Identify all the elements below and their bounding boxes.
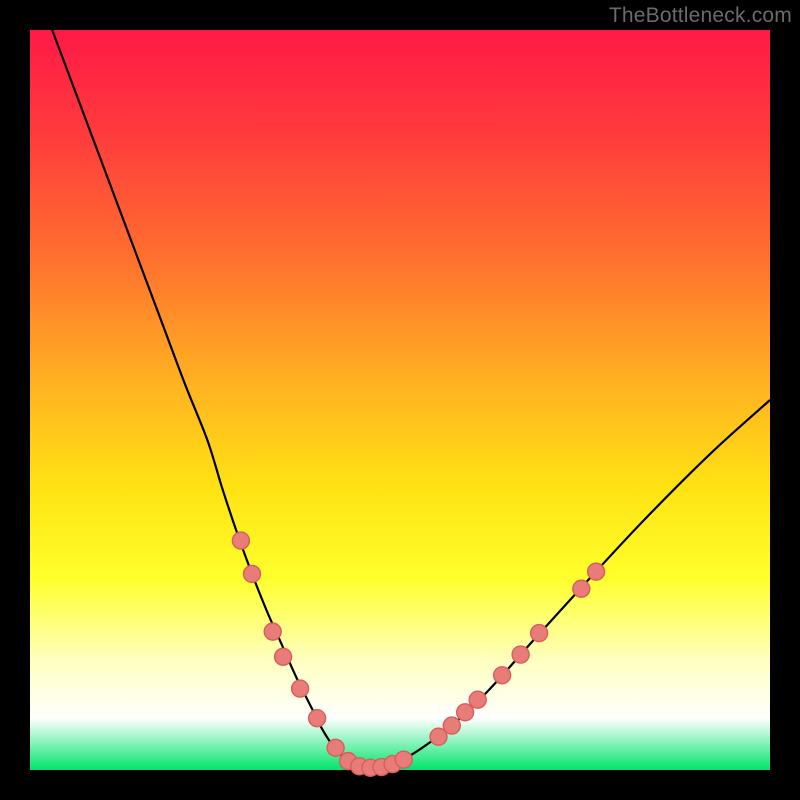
curve-marker xyxy=(494,667,511,684)
chart-svg xyxy=(30,30,770,770)
chart-outer-frame: TheBottleneck.com xyxy=(0,0,800,800)
curve-markers-group xyxy=(232,532,604,776)
curve-marker xyxy=(244,565,261,582)
chart-plot-area xyxy=(30,30,770,770)
curve-marker xyxy=(309,710,326,727)
curve-marker xyxy=(395,751,412,768)
curve-marker xyxy=(457,704,474,721)
watermark-text: TheBottleneck.com xyxy=(609,4,792,28)
curve-marker xyxy=(264,623,281,640)
curve-marker xyxy=(531,625,548,642)
curve-marker xyxy=(588,563,605,580)
curve-marker xyxy=(573,580,590,597)
curve-marker xyxy=(292,680,309,697)
curve-marker xyxy=(512,646,529,663)
curve-marker xyxy=(469,691,486,708)
bottleneck-curve-line xyxy=(52,30,770,768)
curve-marker xyxy=(443,717,460,734)
curve-marker xyxy=(327,739,344,756)
curve-marker xyxy=(232,532,249,549)
curve-marker xyxy=(275,648,292,665)
